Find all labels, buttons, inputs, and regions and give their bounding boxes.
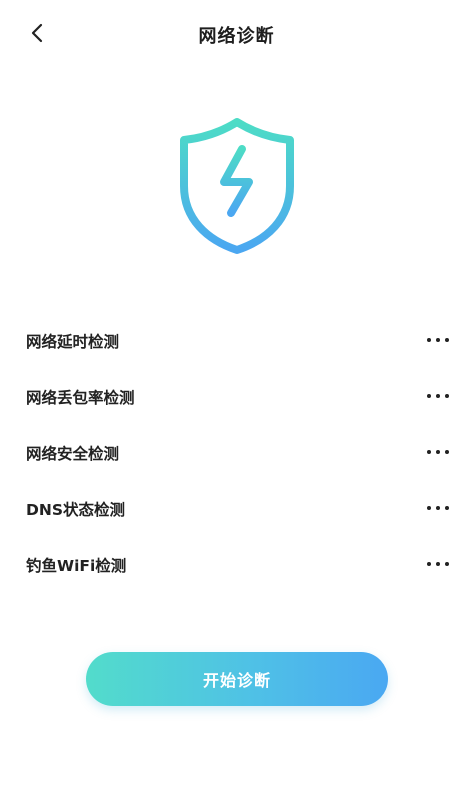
list-item: 钓鱼WiFi检测 [0, 537, 473, 593]
check-label: 网络丢包率检测 [26, 389, 135, 407]
list-item: 网络延时检测 [0, 313, 473, 369]
list-item: 网络丢包率检测 [0, 369, 473, 425]
more-icon [427, 500, 449, 516]
check-label: 钓鱼WiFi检测 [26, 557, 127, 575]
more-icon [427, 388, 449, 404]
more-icon [427, 332, 449, 348]
top-bar: 网络诊断 [0, 0, 473, 70]
start-diagnosis-button[interactable]: 开始诊断 [86, 652, 388, 706]
check-label: 网络延时检测 [26, 333, 120, 351]
more-icon [427, 444, 449, 460]
more-icon [427, 556, 449, 572]
check-label: 网络安全检测 [26, 445, 120, 463]
page-title: 网络诊断 [198, 26, 275, 47]
shield-lightning-icon [180, 118, 294, 254]
list-item: 网络安全检测 [0, 425, 473, 481]
diagnosis-check-list: 网络延时检测 网络丢包率检测 网络安全检测 DNS状态检测 钓鱼WiFi检测 [0, 313, 473, 593]
check-label: DNS状态检测 [26, 501, 126, 519]
list-item: DNS状态检测 [0, 481, 473, 537]
